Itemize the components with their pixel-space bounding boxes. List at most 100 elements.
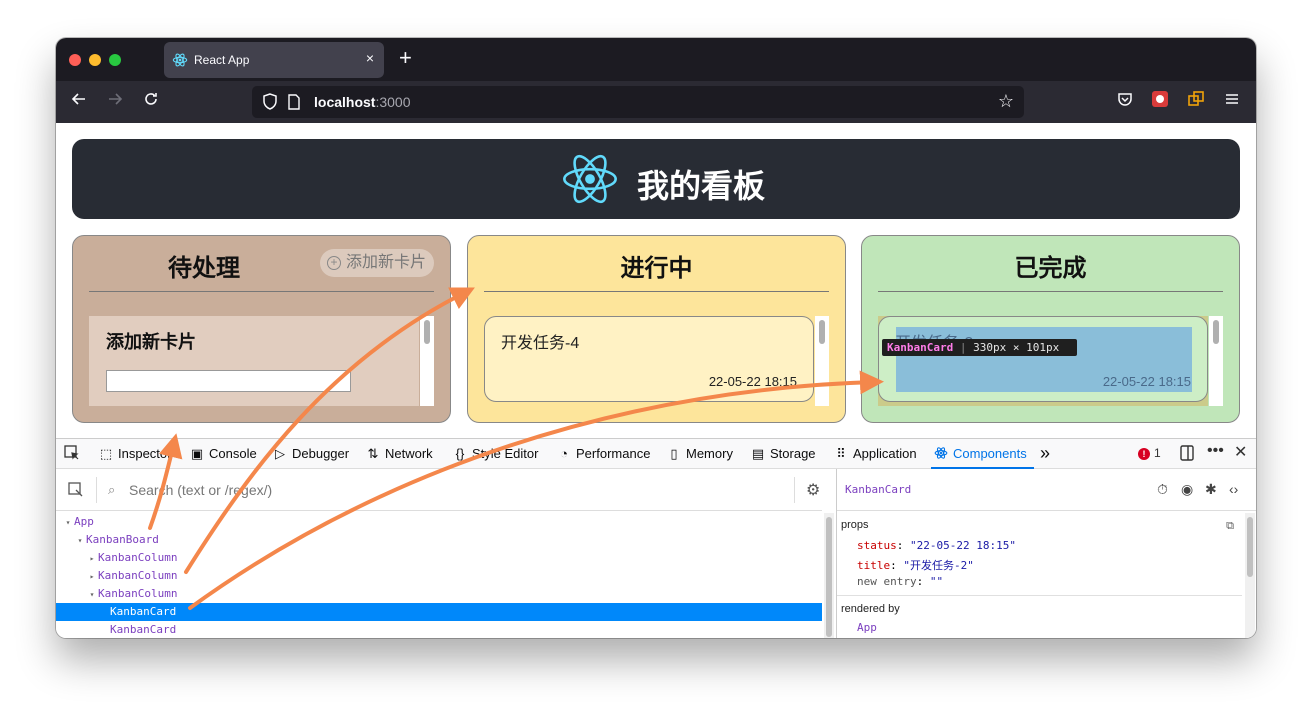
kanban-card[interactable]: 开发任务-4 22-05-22 18:15: [484, 316, 814, 402]
console-icon: ▣: [190, 446, 204, 461]
kanban-card[interactable]: 开发任务-2 22-05-22 18:15: [878, 316, 1208, 402]
props-header: KanbanCard ⏱ ◉ ✱ ‹›: [837, 469, 1256, 511]
card-title: 开发任务-4: [501, 335, 580, 352]
url-text[interactable]: localhost:3000: [314, 94, 411, 110]
copy-icon[interactable]: ⧉: [1226, 519, 1234, 533]
tree-node[interactable]: ▾ KanbanColumn: [56, 585, 822, 603]
new-tab-button[interactable]: +: [399, 47, 412, 69]
tab-debugger[interactable]: ▷ Debugger: [272, 446, 349, 462]
devtools-toolbar: ⬚ Inspector ▣ Console ▷ Debugger ⇅ Network {…: [56, 438, 1256, 469]
list-scrollbar[interactable]: [815, 316, 829, 406]
tab-close-icon[interactable]: ×: [366, 50, 374, 66]
memory-icon: ▯: [670, 446, 678, 461]
forward-arrow-icon[interactable]: [106, 90, 124, 113]
list-scrollbar[interactable]: [1209, 316, 1223, 406]
tree-node[interactable]: ▾ App: [56, 513, 822, 531]
zoom-window-button[interactable]: [109, 54, 121, 66]
eye-icon[interactable]: ◉: [1181, 481, 1193, 498]
minimize-window-button[interactable]: [89, 54, 101, 66]
page-icon: [288, 94, 300, 115]
network-icon: ⇅: [367, 446, 379, 461]
tree-node[interactable]: KanbanCard: [56, 621, 822, 638]
browser-window: React App × + localhost:3000 ☆ 我的看板 待处理 …: [56, 38, 1256, 638]
plus-circle-icon: +: [327, 256, 341, 270]
card-date: 22-05-22 18:15: [1102, 374, 1191, 389]
divider: [96, 477, 97, 503]
application-icon: ⠿: [836, 446, 846, 461]
tab-application[interactable]: ⠿ Application: [833, 446, 916, 462]
component-tree: ▾ App ▾ KanbanBoard ▸ KanbanColumn ▸ KanbanC…: [56, 513, 822, 638]
bug-icon[interactable]: ✱: [1205, 481, 1217, 498]
card-list: 开发任务-4 22-05-22 18:15: [484, 316, 829, 406]
select-element-icon[interactable]: [68, 482, 84, 501]
card-list: 开发任务-2 22-05-22 18:15: [878, 316, 1223, 406]
error-count-badge[interactable]: ! 1: [1138, 446, 1161, 460]
tree-node-selected[interactable]: KanbanCard: [56, 603, 822, 621]
style-editor-icon: {}: [455, 446, 465, 461]
tab-react-app[interactable]: React App ×: [164, 42, 384, 78]
tree-node[interactable]: ▸ KanbanColumn: [56, 567, 822, 585]
stopwatch-icon[interactable]: ⏱: [1157, 481, 1168, 498]
kanban-column-doing: 进行中 开发任务-4 22-05-22 18:15: [467, 235, 846, 423]
tab-bar: React App × +: [56, 38, 1256, 81]
tab-console[interactable]: ▣ Console: [189, 446, 257, 462]
react-favicon-icon: [172, 52, 188, 73]
page-content: 我的看板 待处理 + 添加新卡片 添加新卡片 进行中 开发任务-4 22-05-…: [56, 123, 1256, 438]
overflow-tabs-icon[interactable]: »: [1040, 443, 1050, 464]
tab-inspector[interactable]: ⬚ Inspector: [98, 446, 172, 462]
react-components-icon: [933, 446, 949, 461]
page-title: 我的看板: [637, 168, 766, 204]
column-title: 进行中: [620, 255, 693, 282]
app-header: 我的看板: [72, 139, 1240, 219]
search-icon: ⌕: [108, 482, 116, 497]
kanban-column-done: 已完成 开发任务-2 22-05-22 18:15: [861, 235, 1240, 423]
column-divider: [89, 291, 434, 292]
url-bar[interactable]: localhost:3000 ☆: [252, 86, 1024, 118]
reload-icon[interactable]: [142, 90, 160, 113]
tab-components[interactable]: Components: [933, 446, 1027, 461]
tab-network[interactable]: ⇅ Network: [365, 446, 433, 462]
new-card-input[interactable]: [106, 370, 351, 392]
container-icon[interactable]: [1187, 90, 1205, 113]
storage-icon: ▤: [751, 446, 765, 461]
menu-icon[interactable]: [1223, 90, 1241, 113]
tab-memory[interactable]: ▯ Memory: [666, 446, 733, 462]
more-options-icon[interactable]: •••: [1207, 442, 1224, 460]
prop-row[interactable]: title: "开发任务-2": [857, 557, 974, 573]
add-card-button[interactable]: + 添加新卡片: [320, 249, 434, 277]
tab-style-editor[interactable]: {} Style Editor: [452, 446, 539, 461]
star-icon[interactable]: ☆: [998, 91, 1014, 112]
tree-node[interactable]: ▸ KanbanColumn: [56, 549, 822, 567]
rendered-by-label: rendered by: [841, 603, 900, 615]
rendered-by-link[interactable]: App: [857, 621, 877, 634]
performance-icon: ◔: [560, 446, 568, 461]
column-title: 已完成: [1014, 255, 1087, 282]
close-devtools-icon[interactable]: ✕: [1234, 442, 1247, 462]
close-window-button[interactable]: [69, 54, 81, 66]
search-input[interactable]: Search (text or /regex/): [129, 482, 272, 498]
list-scrollbar[interactable]: [420, 316, 434, 406]
new-prop-row[interactable]: new entry: "": [857, 575, 943, 588]
collapse-icon: ▾: [77, 536, 83, 545]
source-code-icon[interactable]: ‹›: [1229, 481, 1238, 497]
column-title: 待处理: [168, 255, 240, 282]
inspect-highlight-tooltip: KanbanCard | 330px × 101px: [882, 339, 1077, 356]
tree-scrollbar[interactable]: [824, 513, 834, 638]
section-divider: [837, 595, 1242, 596]
tree-node[interactable]: ▾ KanbanBoard: [56, 531, 822, 549]
props-pane: KanbanCard ⏱ ◉ ✱ ‹› props ⧉ status: "22-…: [837, 469, 1256, 638]
element-picker-icon[interactable]: [64, 445, 80, 464]
prop-row[interactable]: status: "22-05-22 18:15": [857, 539, 1016, 552]
tab-performance[interactable]: ◔ Performance: [556, 446, 650, 461]
tab-title: React App: [194, 53, 250, 67]
tab-storage[interactable]: ▤ Storage: [750, 446, 816, 462]
props-scrollbar[interactable]: [1245, 513, 1255, 638]
pocket-icon[interactable]: [1116, 90, 1134, 113]
dock-toggle-icon[interactable]: [1179, 444, 1195, 467]
card-date: 22-05-22 18:15: [708, 374, 797, 389]
extension-icon[interactable]: [1151, 90, 1169, 113]
gear-icon[interactable]: ⚙: [806, 480, 820, 500]
card-list: 添加新卡片: [89, 316, 434, 406]
shield-icon[interactable]: [262, 93, 278, 116]
back-arrow-icon[interactable]: [70, 90, 88, 113]
